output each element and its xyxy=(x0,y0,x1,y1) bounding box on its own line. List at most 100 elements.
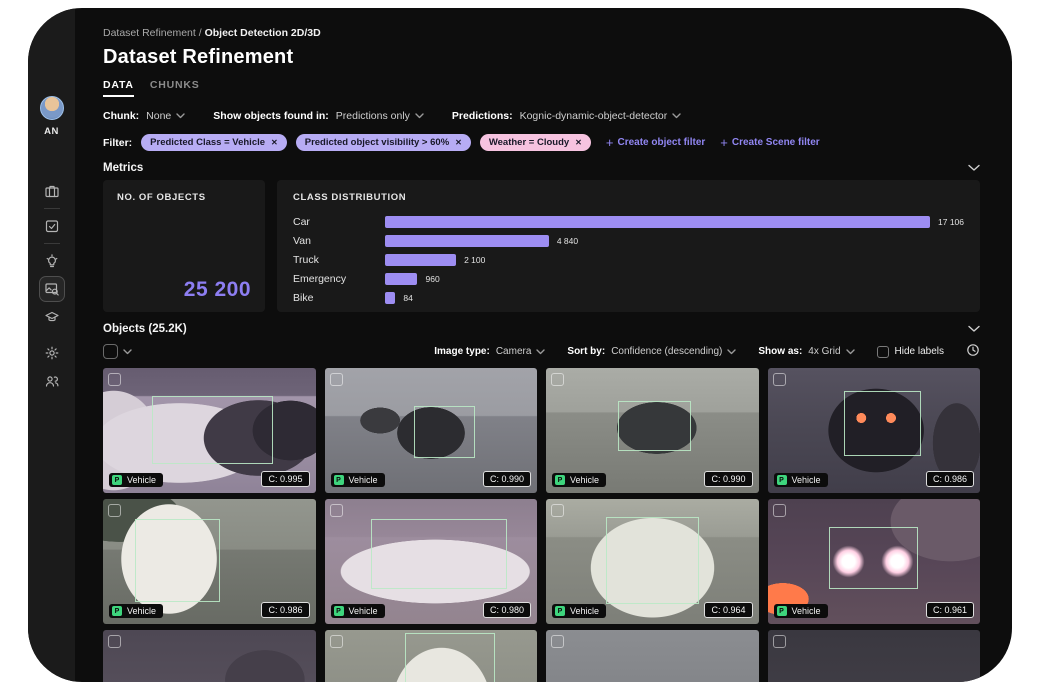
plus-icon: + xyxy=(606,135,614,150)
chip-close-icon[interactable]: ✕ xyxy=(455,138,462,147)
sort-by-label: Sort by: xyxy=(567,346,605,357)
object-card[interactable] xyxy=(546,630,759,682)
graduation-cap-icon xyxy=(44,309,60,325)
avatar[interactable] xyxy=(40,96,64,120)
metrics-section-header: Metrics xyxy=(103,162,980,174)
chevron-down-icon[interactable] xyxy=(123,349,132,355)
image-type-select[interactable]: Camera xyxy=(496,346,546,357)
card-checkbox[interactable] xyxy=(108,635,121,648)
filter-label: Filter: xyxy=(103,137,132,149)
class-pill: PVehicle xyxy=(552,604,606,618)
chip-close-icon[interactable]: ✕ xyxy=(271,138,278,147)
sort-by-select[interactable]: Confidence (descending) xyxy=(611,346,736,357)
calendar-check-icon xyxy=(44,218,60,234)
breadcrumb-parent[interactable]: Dataset Refinement xyxy=(103,27,196,39)
filter-row: Filter: Predicted Class = Vehicle ✕ Pred… xyxy=(103,134,980,151)
card-checkbox[interactable] xyxy=(330,373,343,386)
object-card[interactable] xyxy=(768,630,981,682)
toolbar-right: Image type: Camera Sort by: Confidence (… xyxy=(434,343,980,360)
select-all-control xyxy=(103,344,132,359)
confidence-pill: C: 0.980 xyxy=(483,602,531,618)
sidebar-item-insights[interactable] xyxy=(39,248,65,274)
tab-chunks[interactable]: CHUNKS xyxy=(150,79,200,97)
chunk-control: Chunk: None xyxy=(103,110,185,122)
chunk-select[interactable]: None xyxy=(146,110,185,122)
sidebar-nav xyxy=(39,177,65,395)
card-checkbox[interactable] xyxy=(551,504,564,517)
gear-icon xyxy=(44,345,60,361)
bar-category: Van xyxy=(293,235,385,247)
chevron-down-icon xyxy=(727,349,736,355)
object-card[interactable] xyxy=(325,630,538,682)
filter-chip-weather[interactable]: Weather = Cloudy ✕ xyxy=(480,134,591,151)
history-button[interactable] xyxy=(966,343,980,360)
card-checkbox[interactable] xyxy=(330,635,343,648)
objects-section-header: Objects (25.2K) xyxy=(103,323,980,335)
no-of-objects-card: NO. OF OBJECTS 25 200 xyxy=(103,180,265,312)
card-checkbox[interactable] xyxy=(551,373,564,386)
users-icon xyxy=(44,373,60,389)
filter-chip-text: Predicted object visibility > 60% xyxy=(305,137,449,148)
card-checkbox[interactable] xyxy=(108,373,121,386)
bar-value: 4 840 xyxy=(557,236,578,246)
chevron-down-icon xyxy=(536,349,545,355)
object-card[interactable]: PVehicle C: 0.980 xyxy=(325,499,538,624)
objects-toolbar: Image type: Camera Sort by: Confidence (… xyxy=(103,343,980,360)
chevron-down-icon[interactable] xyxy=(968,164,980,172)
card-checkbox[interactable] xyxy=(773,373,786,386)
object-card[interactable] xyxy=(103,630,316,682)
sidebar-item-dataset-refinement[interactable] xyxy=(39,276,65,302)
show-as-select[interactable]: 4x Grid xyxy=(808,346,854,357)
no-of-objects-label: NO. OF OBJECTS xyxy=(117,192,251,203)
object-card[interactable]: PVehicle C: 0.986 xyxy=(768,368,981,493)
filter-chip-predicted-class[interactable]: Predicted Class = Vehicle ✕ xyxy=(141,134,287,151)
object-card[interactable]: PVehicle C: 0.961 xyxy=(768,499,981,624)
chip-close-icon[interactable]: ✕ xyxy=(575,138,582,147)
bar-value: 960 xyxy=(425,274,439,284)
bounding-box xyxy=(371,519,507,589)
card-checkbox[interactable] xyxy=(108,504,121,517)
plus-icon: + xyxy=(720,135,728,150)
class-pill: PVehicle xyxy=(331,473,385,487)
select-all-checkbox[interactable] xyxy=(103,344,118,359)
confidence-pill: C: 0.961 xyxy=(926,602,974,618)
chevron-down-icon[interactable] xyxy=(968,325,980,333)
filter-chip-visibility[interactable]: Predicted object visibility > 60% ✕ xyxy=(296,134,471,151)
class-pill: PVehicle xyxy=(331,604,385,618)
object-card[interactable]: PVehicle C: 0.964 xyxy=(546,499,759,624)
sidebar-item-settings[interactable] xyxy=(39,340,65,366)
create-scene-filter-button[interactable]: + Create Scene filter xyxy=(720,135,819,150)
sidebar-item-team[interactable] xyxy=(39,368,65,394)
card-checkbox[interactable] xyxy=(773,635,786,648)
briefcase-icon xyxy=(44,183,60,199)
bounding-box xyxy=(405,633,494,683)
bar-van xyxy=(385,235,549,247)
show-objects-select[interactable]: Predictions only xyxy=(336,110,424,122)
object-card[interactable]: PVehicle C: 0.990 xyxy=(325,368,538,493)
hide-labels-text: Hide labels xyxy=(895,346,944,357)
card-checkbox[interactable] xyxy=(773,504,786,517)
sidebar: AN xyxy=(28,8,75,682)
hide-labels-control: Hide labels xyxy=(877,346,944,358)
object-card[interactable]: PVehicle C: 0.990 xyxy=(546,368,759,493)
confidence-pill: C: 0.990 xyxy=(704,471,752,487)
bar-category: Bike xyxy=(293,292,385,304)
image-type-control: Image type: Camera xyxy=(434,346,545,357)
sidebar-item-projects[interactable] xyxy=(39,178,65,204)
card-checkbox[interactable] xyxy=(330,504,343,517)
confidence-pill: C: 0.986 xyxy=(261,602,309,618)
controls-row: Chunk: None Show objects found in: Predi… xyxy=(103,110,980,122)
breadcrumb: Dataset Refinement / Object Detection 2D… xyxy=(103,27,980,39)
prediction-icon: P xyxy=(112,606,122,616)
predictions-select[interactable]: Kognic-dynamic-object-detector xyxy=(520,110,682,122)
object-card[interactable]: PVehicle C: 0.995 xyxy=(103,368,316,493)
create-object-filter-button[interactable]: + Create object filter xyxy=(606,135,705,150)
image-search-icon xyxy=(44,281,60,297)
object-card[interactable]: PVehicle C: 0.986 xyxy=(103,499,316,624)
tab-data[interactable]: DATA xyxy=(103,79,134,97)
sidebar-item-tasks[interactable] xyxy=(39,213,65,239)
sidebar-item-training[interactable] xyxy=(39,304,65,330)
sort-by-control: Sort by: Confidence (descending) xyxy=(567,346,736,357)
hide-labels-checkbox[interactable] xyxy=(877,346,889,358)
card-checkbox[interactable] xyxy=(551,635,564,648)
